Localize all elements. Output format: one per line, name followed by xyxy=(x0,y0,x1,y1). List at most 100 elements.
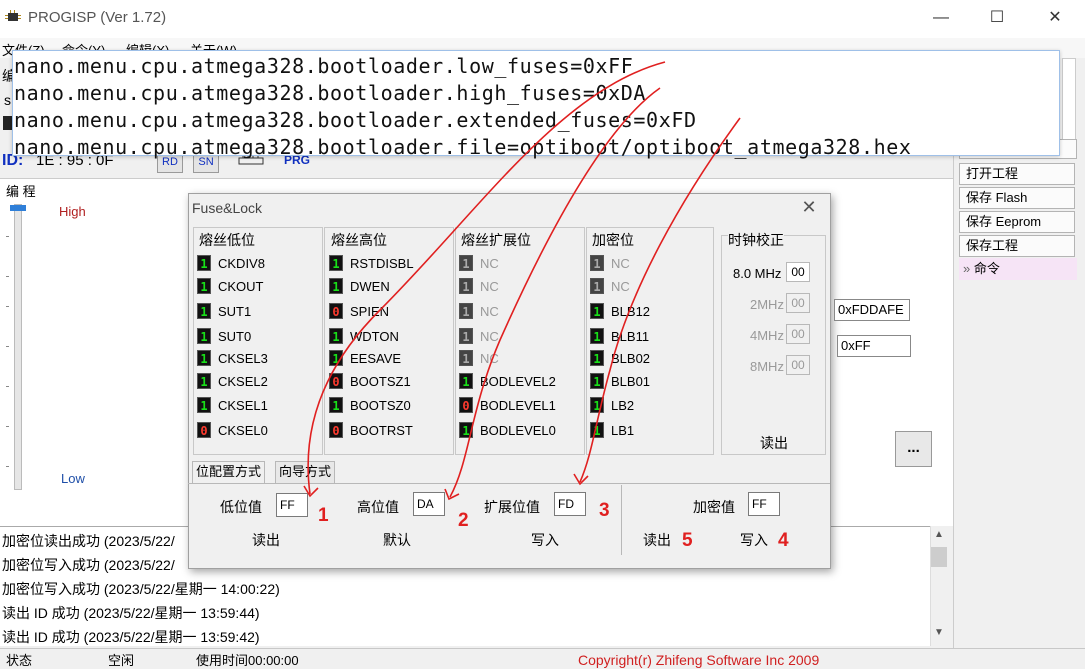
code-line: nano.menu.cpu.atmega328.bootloader.high_… xyxy=(14,81,647,105)
fuse-bit-toggle[interactable]: 1 xyxy=(197,303,211,319)
fuse-bit-name: NC xyxy=(611,279,630,294)
code-line: nano.menu.cpu.atmega328.bootloader.exten… xyxy=(14,108,697,132)
clock-input: 00 xyxy=(786,355,810,375)
group-title: 加密位 xyxy=(592,232,634,248)
close-button[interactable]: ✕ xyxy=(1032,4,1078,32)
fuse-bit-name: NC xyxy=(480,329,499,344)
open-project-button[interactable]: 打开工程 xyxy=(959,163,1075,185)
fuse-bit-name: CKSEL1 xyxy=(218,398,268,413)
fuse-bit-toggle[interactable]: 1 xyxy=(329,255,343,271)
fuse-bit-name: RSTDISBL xyxy=(350,256,414,271)
log-line: 读出 ID 成功 (2023/5/22/星期一 13:59:42) xyxy=(2,629,260,645)
fuse-bit-toggle[interactable]: 1 xyxy=(590,303,604,319)
fuse-bit-toggle[interactable]: 1 xyxy=(329,397,343,413)
lock-input[interactable]: FF xyxy=(748,492,780,516)
program-title: 编 程 xyxy=(6,184,36,199)
save-eeprom-button[interactable]: 保存 Eeprom xyxy=(959,211,1075,233)
low-fuse-input[interactable]: FF xyxy=(276,493,308,517)
fuse-bit-toggle[interactable]: 1 xyxy=(459,373,473,389)
fuse-bit-name: CKSEL3 xyxy=(218,351,268,366)
fuse-bit-toggle[interactable]: 1 xyxy=(197,255,211,271)
fuse-bit-toggle[interactable]: 0 xyxy=(197,422,211,438)
slider-tick xyxy=(6,346,9,347)
fuse-bit-toggle[interactable]: 0 xyxy=(329,422,343,438)
minimize-button[interactable]: — xyxy=(918,4,964,32)
annotation-3: 3 xyxy=(599,500,610,521)
maximize-button[interactable]: ☐ xyxy=(974,4,1020,32)
slider-tick xyxy=(6,386,9,387)
fuse-bit-toggle[interactable]: 1 xyxy=(197,350,211,366)
fuse-bit-toggle[interactable]: 1 xyxy=(197,397,211,413)
tab-bit-config[interactable]: 位配置方式 xyxy=(192,461,266,483)
fuse-bit-toggle[interactable]: 1 xyxy=(329,350,343,366)
scroll-up-icon[interactable]: ▲ xyxy=(934,529,944,540)
ext-fuse-label: 扩展位值 xyxy=(484,499,540,515)
status-label: 状态 xyxy=(6,653,33,668)
fuse-bit-toggle[interactable]: 1 xyxy=(197,328,211,344)
fuse-bit-toggle[interactable]: 1 xyxy=(590,328,604,344)
fuse-bit-name: BODLEVEL0 xyxy=(480,423,556,438)
fuse-bit-name: LB1 xyxy=(611,423,635,438)
default-button[interactable]: 默认 xyxy=(383,530,411,550)
clock-input: 00 xyxy=(786,293,810,313)
more-button[interactable]: ... xyxy=(895,431,932,467)
high-fuse-input[interactable]: DA xyxy=(413,492,445,516)
clock-label: 4MHz xyxy=(750,328,784,343)
lock-summary-field[interactable]: 0xFF xyxy=(837,335,911,357)
fuse-bit-name: CKSEL2 xyxy=(218,374,268,389)
speed-slider-thumb[interactable] xyxy=(10,205,26,211)
copyright-text: Copyright(r) Zhifeng Software Inc 2009 xyxy=(578,652,820,668)
write-lock-button[interactable]: 写入 xyxy=(740,530,768,550)
clock-input[interactable]: 00 xyxy=(786,262,810,282)
save-flash-button[interactable]: 保存 Flash xyxy=(959,187,1075,209)
status-bar xyxy=(0,648,1085,665)
fuse-bit-toggle[interactable]: 1 xyxy=(197,373,211,389)
scroll-down-icon[interactable]: ▼ xyxy=(934,627,944,638)
group-title: 熔丝高位 xyxy=(331,232,387,248)
fuse-bit-toggle[interactable]: 0 xyxy=(329,373,343,389)
fuse-summary-field[interactable]: 0xFDDAFE xyxy=(834,299,910,321)
fuse-bit-toggle[interactable]: 1 xyxy=(590,350,604,366)
read-fuse-button[interactable]: 读出 xyxy=(252,530,280,550)
code-line: nano.menu.cpu.atmega328.bootloader.low_f… xyxy=(14,54,634,78)
fuse-bit-name: BODLEVEL2 xyxy=(480,374,556,389)
fuse-bit-toggle[interactable]: 1 xyxy=(590,397,604,413)
fuse-bit-name: SUT1 xyxy=(218,304,252,319)
section-divider xyxy=(621,485,622,555)
tab-wizard[interactable]: 向导方式 xyxy=(275,461,336,483)
group-title: 熔丝扩展位 xyxy=(461,232,531,248)
log-line: 读出 ID 成功 (2023/5/22/星期一 13:59:44) xyxy=(2,605,260,621)
status-value: 空闲 xyxy=(108,653,135,668)
fuse-bit-toggle[interactable]: 1 xyxy=(197,278,211,294)
left-fragment-2: s xyxy=(4,92,11,108)
fuse-bit-toggle: 1 xyxy=(590,255,604,271)
fuse-bit-toggle: 1 xyxy=(459,350,473,366)
fuse-bit-name: BLB02 xyxy=(611,351,651,366)
slider-tick xyxy=(6,306,9,307)
save-project-button[interactable]: 保存工程 xyxy=(959,235,1075,257)
clock-read-button[interactable]: 读出 xyxy=(760,433,788,453)
high-fuse-label: 高位值 xyxy=(357,499,399,515)
fuse-bit-name: EESAVE xyxy=(350,351,402,366)
fuse-bit-name: NC xyxy=(611,256,630,271)
dialog-close-icon[interactable]: ✕ xyxy=(800,197,818,218)
fuse-bit-toggle: 1 xyxy=(459,255,473,271)
read-lock-button[interactable]: 读出 xyxy=(643,530,671,550)
clock-label: 2MHz xyxy=(750,297,784,312)
annotation-4: 4 xyxy=(778,530,789,551)
fuse-bit-name: BOOTRST xyxy=(350,423,413,438)
ext-fuse-input[interactable]: FD xyxy=(554,492,586,516)
command-row[interactable]: » 命令 xyxy=(959,258,1077,280)
speed-slider-track[interactable] xyxy=(14,204,22,490)
write-fuse-button[interactable]: 写入 xyxy=(531,530,559,550)
fuse-bit-toggle[interactable]: 0 xyxy=(329,303,343,319)
fuse-bit-toggle[interactable]: 1 xyxy=(590,422,604,438)
group-title: 时钟校正 xyxy=(728,230,784,250)
low-fuse-label: 低位值 xyxy=(220,499,262,515)
log-scroll-thumb[interactable] xyxy=(931,547,947,567)
fuse-bit-toggle[interactable]: 1 xyxy=(329,328,343,344)
fuse-bit-toggle[interactable]: 0 xyxy=(459,397,473,413)
fuse-bit-toggle[interactable]: 1 xyxy=(459,422,473,438)
fuse-bit-toggle[interactable]: 1 xyxy=(590,373,604,389)
fuse-bit-toggle[interactable]: 1 xyxy=(329,278,343,294)
